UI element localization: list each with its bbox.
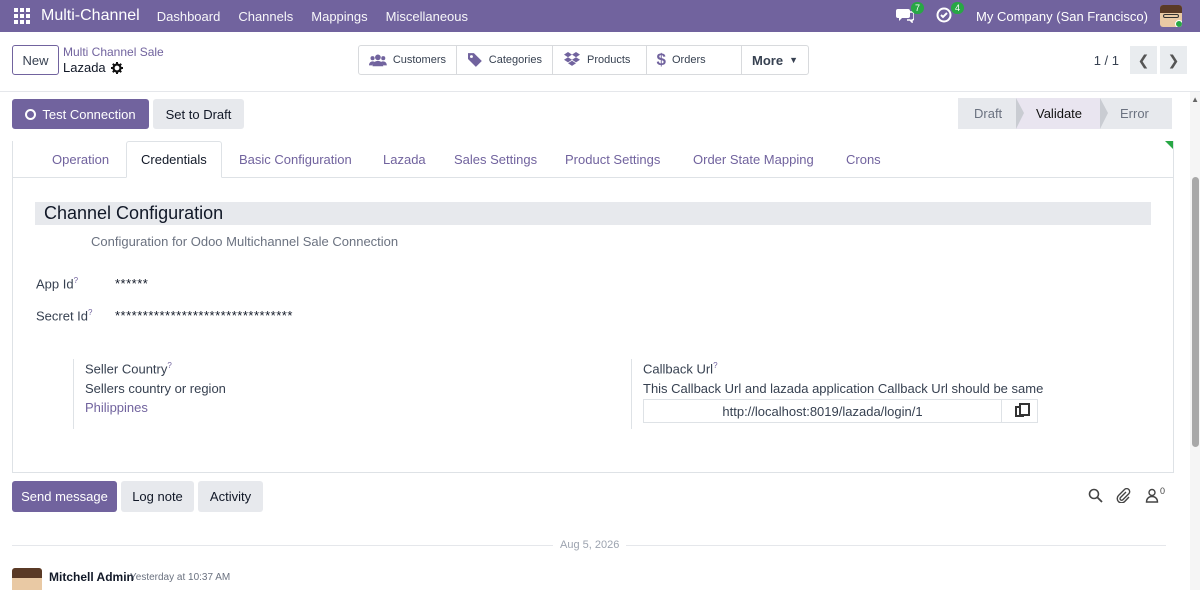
smart-buttons-bar: Customers Categories Products $ Orders M… bbox=[358, 45, 809, 75]
chevron-right-icon: ❯ bbox=[1167, 51, 1180, 68]
tab-crons[interactable]: Crons bbox=[832, 141, 895, 178]
menu-miscellaneous[interactable]: Miscellaneous bbox=[386, 9, 468, 24]
scroll-up-icon[interactable]: ▲ bbox=[1191, 95, 1199, 104]
scrollbar-thumb[interactable] bbox=[1192, 177, 1199, 447]
record-name: Lazada bbox=[63, 60, 106, 75]
seller-country-field[interactable]: Philippines bbox=[85, 400, 148, 415]
tab-order-state-mapping[interactable]: Order State Mapping bbox=[679, 141, 828, 178]
secret-id-field[interactable]: ******************************** bbox=[115, 308, 293, 323]
tag-icon bbox=[467, 53, 482, 67]
menu-mappings[interactable]: Mappings bbox=[311, 9, 367, 24]
company-switcher[interactable]: My Company (San Francisco) bbox=[976, 9, 1148, 24]
callback-url-field[interactable]: http://localhost:8019/lazada/login/1 bbox=[643, 399, 1038, 423]
help-tooltip-icon[interactable]: ? bbox=[74, 276, 78, 285]
date-separator: Aug 5, 2026 bbox=[553, 539, 627, 551]
secret-id-label: Secret Id? bbox=[36, 308, 93, 324]
help-tooltip-icon[interactable]: ? bbox=[713, 361, 717, 370]
categories-smart-button[interactable]: Categories bbox=[457, 46, 553, 74]
form-sheet: Operation Credentials Basic Configuratio… bbox=[12, 141, 1174, 473]
users-icon bbox=[369, 54, 387, 67]
copy-button[interactable] bbox=[1001, 400, 1037, 422]
section-subtitle: Configuration for Odoo Multichannel Sale… bbox=[91, 234, 399, 249]
user-avatar[interactable] bbox=[1160, 5, 1182, 27]
gear-icon[interactable] bbox=[110, 61, 123, 74]
help-tooltip-icon[interactable]: ? bbox=[167, 361, 171, 370]
status-error-label: Error bbox=[1120, 106, 1149, 121]
apps-menu-icon[interactable] bbox=[14, 8, 30, 24]
send-message-button[interactable]: Send message bbox=[12, 481, 117, 512]
breadcrumb-parent[interactable]: Multi Channel Sale bbox=[63, 45, 164, 59]
more-dropdown[interactable]: More ▼ bbox=[742, 46, 808, 74]
app-id-field[interactable]: ****** bbox=[115, 276, 148, 291]
control-panel: New Multi Channel Sale Lazada Customers … bbox=[0, 32, 1200, 92]
seller-country-group: Seller Country? Sellers country or regio… bbox=[73, 359, 613, 429]
messages-badge: 7 bbox=[911, 2, 925, 14]
orders-label: Orders bbox=[672, 54, 706, 66]
seller-country-label: Seller Country? bbox=[85, 361, 172, 377]
callback-url-value[interactable]: http://localhost:8019/lazada/login/1 bbox=[644, 404, 1001, 419]
tab-lazada[interactable]: Lazada bbox=[369, 141, 440, 178]
ribbon-corner bbox=[1165, 141, 1173, 149]
tab-basic-configuration[interactable]: Basic Configuration bbox=[225, 141, 366, 178]
message-timestamp: Yesterday at 10:37 AM bbox=[130, 572, 231, 583]
callback-url-group: Callback Url? This Callback Url and laza… bbox=[631, 359, 1131, 429]
status-validate-label: Validate bbox=[1036, 106, 1083, 121]
more-label: More bbox=[752, 52, 784, 68]
tab-sales-settings[interactable]: Sales Settings bbox=[440, 141, 551, 178]
top-navbar: Multi-Channel Dashboard Channels Mapping… bbox=[0, 0, 1200, 32]
section-title: Channel Configuration bbox=[35, 202, 1151, 225]
notebook-tabs: Operation Credentials Basic Configuratio… bbox=[13, 141, 1173, 178]
menu-channels[interactable]: Channels bbox=[238, 9, 293, 24]
status-draft[interactable]: Draft bbox=[958, 98, 1024, 129]
dropbox-icon bbox=[564, 52, 580, 66]
caret-down-icon: ▼ bbox=[789, 55, 798, 65]
paperclip-icon[interactable] bbox=[1116, 488, 1131, 503]
refresh-icon bbox=[25, 108, 37, 120]
menu-dashboard[interactable]: Dashboard bbox=[157, 9, 221, 24]
products-label: Products bbox=[587, 54, 631, 66]
status-validate[interactable]: Validate bbox=[1016, 98, 1108, 129]
new-button[interactable]: New bbox=[12, 45, 59, 75]
tab-product-settings[interactable]: Product Settings bbox=[551, 141, 674, 178]
customers-smart-button[interactable]: Customers bbox=[359, 46, 457, 74]
help-tooltip-icon[interactable]: ? bbox=[88, 308, 92, 317]
customers-label: Customers bbox=[392, 54, 446, 66]
set-to-draft-button[interactable]: Set to Draft bbox=[153, 99, 244, 129]
dollar-icon: $ bbox=[656, 50, 666, 69]
breadcrumb-current: Lazada bbox=[63, 60, 123, 75]
activity-button[interactable]: 4 bbox=[936, 2, 965, 25]
test-connection-button[interactable]: Test Connection bbox=[12, 99, 149, 129]
seller-country-help: Sellers country or region bbox=[85, 381, 226, 396]
activity-button[interactable]: Activity bbox=[198, 481, 263, 512]
message-author[interactable]: Mitchell Admin bbox=[49, 570, 134, 584]
callback-url-help: This Callback Url and lazada application… bbox=[643, 381, 1044, 396]
clipboard-icon bbox=[1015, 402, 1030, 417]
followers-count: 0 bbox=[1160, 486, 1166, 496]
activities-badge: 4 bbox=[951, 2, 965, 14]
search-icon[interactable] bbox=[1088, 488, 1103, 503]
status-error[interactable]: Error bbox=[1100, 98, 1172, 129]
categories-label: Categories bbox=[488, 54, 542, 66]
clock-icon bbox=[936, 7, 952, 23]
messaging-button[interactable]: 7 bbox=[896, 2, 925, 25]
chevron-left-icon: ❮ bbox=[1137, 51, 1150, 68]
products-smart-button[interactable]: Products bbox=[553, 46, 647, 74]
pager-previous-button[interactable]: ❮ bbox=[1130, 46, 1157, 74]
log-note-button[interactable]: Log note bbox=[121, 481, 194, 512]
pager-next-button[interactable]: ❯ bbox=[1160, 46, 1187, 74]
status-draft-label: Draft bbox=[974, 106, 1003, 121]
callback-url-label: Callback Url? bbox=[643, 361, 718, 377]
tab-credentials[interactable]: Credentials bbox=[126, 141, 222, 178]
tab-operation[interactable]: Operation bbox=[38, 141, 123, 178]
status-bar: Draft Validate Error bbox=[958, 98, 1172, 129]
orders-smart-button[interactable]: $ Orders bbox=[647, 46, 743, 74]
app-brand[interactable]: Multi-Channel bbox=[41, 7, 140, 25]
app-id-label: App Id? bbox=[36, 276, 79, 292]
pager-value[interactable]: 1 / 1 bbox=[1094, 53, 1119, 68]
author-avatar[interactable] bbox=[12, 568, 42, 590]
test-connection-label: Test Connection bbox=[42, 106, 136, 122]
follower-icon[interactable] bbox=[1145, 488, 1159, 503]
